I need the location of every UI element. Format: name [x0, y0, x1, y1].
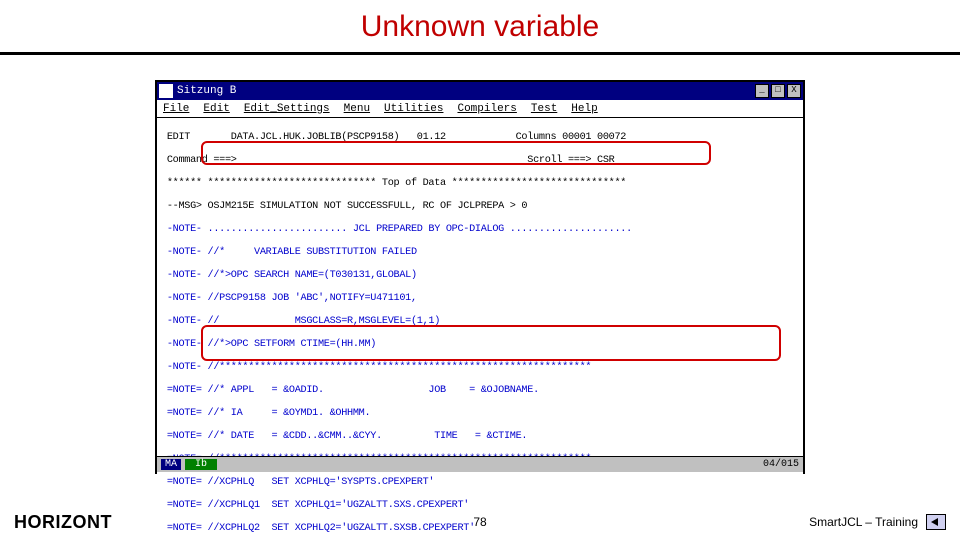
line-10: -NOTE- //*>OPC SETFORM CTIME=(HH.MM): [161, 339, 799, 351]
line-08: -NOTE- //PSCP9158 JOB 'ABC',NOTIFY=U4711…: [161, 293, 799, 305]
menu-utilities[interactable]: Utilities: [384, 103, 443, 115]
menubar: File Edit Edit_Settings Menu Utilities C…: [157, 100, 803, 118]
line-05: -NOTE- ........................ JCL PREP…: [161, 224, 799, 236]
back-icon[interactable]: [926, 514, 946, 530]
window-title: Sitzung B: [177, 85, 755, 97]
line-14: =NOTE= //* DATE = &CDD..&CMM..&CYY. TIME…: [161, 431, 799, 443]
line-11: -NOTE- //*******************************…: [161, 362, 799, 374]
title-rule: [0, 52, 960, 55]
line-07: -NOTE- //*>OPC SEARCH NAME=(T030131,GLOB…: [161, 270, 799, 282]
course-title: SmartJCL – Training: [809, 515, 918, 529]
status-position: 04/015: [763, 459, 799, 470]
slide-title: Unknown variable: [0, 10, 960, 44]
menu-compilers[interactable]: Compilers: [457, 103, 516, 115]
terminal-content: EDIT DATA.JCL.HUK.JOBLIB(PSCP9158) 01.12…: [157, 118, 803, 540]
status-ma: MA: [161, 459, 181, 470]
maximize-button[interactable]: □: [771, 84, 785, 98]
menu-help[interactable]: Help: [571, 103, 597, 115]
window-icon: [159, 84, 173, 98]
line-16: =NOTE= //XCPHLQ SET XCPHLQ='SYSPTS.CPEXP…: [161, 477, 799, 489]
line-03: ****** ***************************** Top…: [161, 178, 799, 190]
menu-edit-settings[interactable]: Edit_Settings: [244, 103, 330, 115]
line-06: -NOTE- //* VARIABLE SUBSTITUTION FAILED: [161, 247, 799, 259]
menu-edit[interactable]: Edit: [203, 103, 229, 115]
menu-menu[interactable]: Menu: [344, 103, 370, 115]
menu-test[interactable]: Test: [531, 103, 557, 115]
line-12: =NOTE= //* APPL = &OADID. JOB = &OJOBNAM…: [161, 385, 799, 397]
line-09: -NOTE- // MSGCLASS=R,MSGLEVEL=(1,1): [161, 316, 799, 328]
brand-logo: HORIZONT: [14, 512, 112, 533]
slide-footer: HORIZONT 78 SmartJCL – Training: [0, 504, 960, 540]
minimize-button[interactable]: _: [755, 84, 769, 98]
close-button[interactable]: X: [787, 84, 801, 98]
terminal-window: Sitzung B _ □ X File Edit Edit_Settings …: [155, 80, 805, 474]
window-statusbar: MA Ib 04/015: [157, 456, 803, 472]
line-13: =NOTE= //* IA = &OYMD1. &OHHMM.: [161, 408, 799, 420]
line-04: --MSG> OSJM215E SIMULATION NOT SUCCESSFU…: [161, 201, 799, 213]
menu-file[interactable]: File: [163, 103, 189, 115]
line-02: Command ===> Scroll ===> CSR: [161, 155, 799, 167]
status-ib: Ib: [185, 459, 217, 470]
page-number: 78: [473, 515, 486, 529]
window-titlebar: Sitzung B _ □ X: [157, 82, 803, 100]
line-01: EDIT DATA.JCL.HUK.JOBLIB(PSCP9158) 01.12…: [161, 132, 799, 144]
